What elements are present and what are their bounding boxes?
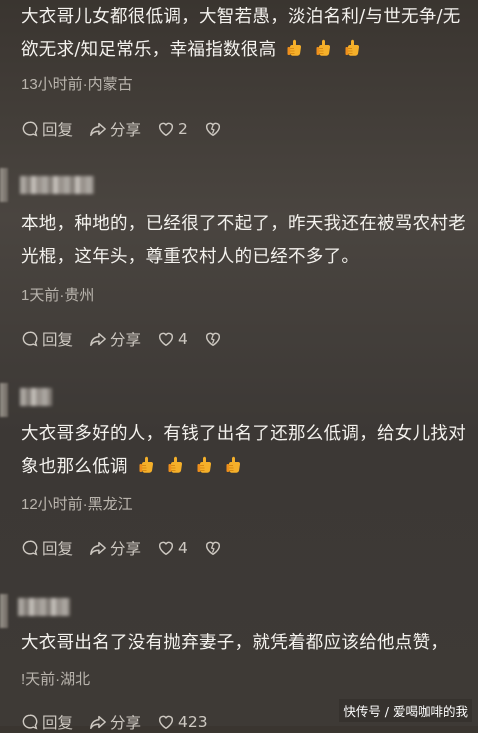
dislike-button[interactable] — [204, 120, 225, 138]
username-blurred[interactable] — [20, 388, 52, 406]
like-button[interactable]: 4 — [157, 330, 188, 348]
reply-icon — [21, 539, 39, 557]
reply-button[interactable]: 回复 — [21, 537, 73, 559]
reply-icon — [21, 330, 39, 348]
reply-icon — [21, 713, 39, 731]
avatar[interactable] — [0, 383, 8, 417]
comment-text: 大衣哥多好的人，有钱了出名了还那么低调，给女儿找对象也那么低调 — [21, 424, 466, 477]
share-button[interactable]: 分享 — [89, 537, 141, 559]
thumbs-up-emoji-icon — [224, 455, 244, 475]
share-button[interactable]: 分享 — [89, 711, 141, 733]
comment-actions: 回复 分享 4 — [21, 328, 241, 350]
share-icon — [89, 539, 107, 557]
emoji-group — [276, 40, 363, 60]
dislike-button[interactable] — [204, 539, 225, 557]
like-button[interactable]: 4 — [157, 539, 188, 557]
dislike-button[interactable] — [204, 330, 225, 348]
heart-icon — [157, 539, 175, 557]
comment-actions: 回复 分享 2 — [21, 118, 241, 140]
like-button[interactable]: 423 — [157, 713, 208, 731]
heart-icon — [157, 120, 175, 138]
thumbs-up-emoji-icon — [137, 455, 157, 475]
comment-text: 大衣哥儿女都很低调，大智若愚，淡泊名利/与世无争/无欲无求/知足常乐，幸福指数很… — [21, 7, 461, 60]
comment-actions: 回复 分享 4 — [21, 537, 241, 559]
thumbs-up-emoji-icon — [195, 455, 215, 475]
like-button[interactable]: 2 — [157, 120, 188, 138]
broken-heart-icon — [204, 539, 222, 557]
share-button[interactable]: 分享 — [89, 118, 141, 140]
comment-meta: 12小时前·黑龙江 — [21, 496, 133, 513]
thumbs-up-emoji-icon — [343, 38, 363, 58]
broken-heart-icon — [204, 120, 222, 138]
reply-icon — [21, 120, 39, 138]
username-blurred[interactable] — [20, 176, 94, 194]
thumbs-up-emoji-icon — [166, 455, 186, 475]
comment-text: 本地，种地的，已经很了不起了，昨天我还在被骂农村老光棍，这年头，尊重农村人的已经… — [21, 214, 466, 267]
comment-text: 大衣哥出名了没有抛弃妻子，就凭着都应该给他点赞， — [21, 633, 449, 653]
emoji-group — [128, 457, 244, 477]
username-blurred[interactable] — [18, 598, 70, 616]
thumbs-up-emoji-icon — [285, 38, 305, 58]
comment-meta: 13小时前·内蒙古 — [21, 76, 133, 93]
reply-button[interactable]: 回复 — [21, 118, 73, 140]
reply-button[interactable]: 回复 — [21, 711, 73, 733]
heart-icon — [157, 713, 175, 731]
avatar[interactable] — [0, 594, 8, 628]
share-button[interactable]: 分享 — [89, 328, 141, 350]
watermark: 快传号 / 爱喝咖啡的我 — [339, 699, 472, 722]
broken-heart-icon — [204, 330, 222, 348]
share-icon — [89, 713, 107, 731]
comment-meta: 1天前·贵州 — [21, 287, 95, 304]
reply-button[interactable]: 回复 — [21, 328, 73, 350]
avatar[interactable] — [0, 168, 8, 202]
comment-actions: 回复 分享 423 — [21, 711, 224, 733]
heart-icon — [157, 330, 175, 348]
thumbs-up-emoji-icon — [314, 38, 334, 58]
share-icon — [89, 330, 107, 348]
comment-meta: !天前·湖北 — [21, 671, 91, 688]
share-icon — [89, 120, 107, 138]
